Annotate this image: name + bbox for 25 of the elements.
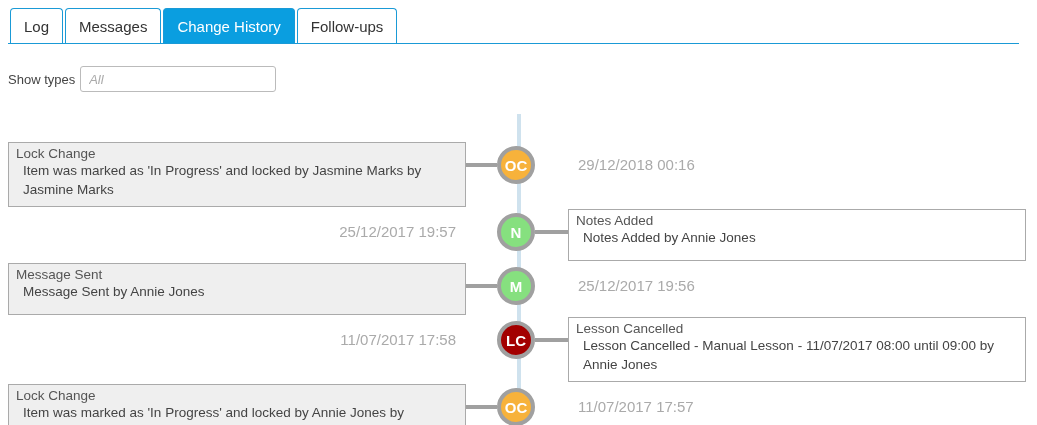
tab[interactable]: Messages <box>65 8 162 43</box>
event-badge: N <box>497 213 535 251</box>
event-timestamp: 25/12/2017 19:56 <box>577 277 696 294</box>
event-title: Lesson Cancelled <box>576 321 685 336</box>
event-title: Lock Change <box>16 146 97 161</box>
event-timestamp: 11/07/2017 17:58 <box>339 331 457 348</box>
event-title: Notes Added <box>576 213 655 228</box>
event-timestamp: 25/12/2017 19:57 <box>338 223 457 240</box>
filter-label: Show types <box>8 71 76 87</box>
event-badge: M <box>497 267 535 305</box>
event-badge: OC <box>497 146 535 184</box>
tab[interactable]: Log <box>10 8 64 43</box>
event-description: Message Sent by Annie Jones <box>22 283 206 301</box>
event-description: Notes Added by Annie Jones <box>582 229 757 247</box>
event-timestamp: 11/07/2017 17:57 <box>577 398 695 415</box>
event-description: Item was marked as 'In Progress' and locked by Annie Jones by <box>22 404 406 422</box>
event-timestamp: 29/12/2018 00:16 <box>577 156 696 173</box>
event-description: Lesson Cancelled - Manual Lesson - 11/07/2017 08:00 until 09:00 by Annie Jones <box>582 337 995 374</box>
event-badge: LC <box>497 321 535 359</box>
types-field[interactable]: All <box>80 66 277 92</box>
event-title: Message Sent <box>16 267 104 282</box>
tab[interactable]: Follow-ups <box>296 8 398 43</box>
event-badge: OC <box>497 388 535 425</box>
event-description: Item was marked as 'In Progress' and locked by Jasmine Marks by Jasmine Marks <box>22 162 423 199</box>
event-title: Lock Change <box>16 388 97 403</box>
